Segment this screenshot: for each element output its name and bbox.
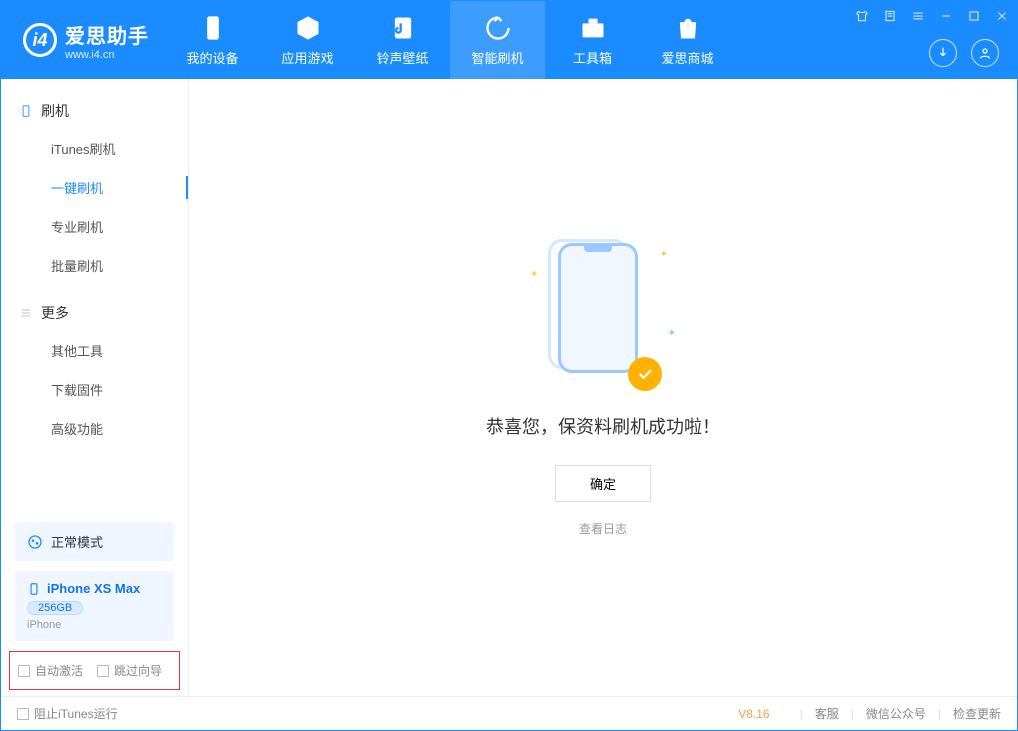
feedback-button[interactable] xyxy=(881,7,899,25)
support-link[interactable]: 客服 xyxy=(815,705,839,722)
sidebar-group-flash: 刷机 xyxy=(1,93,188,129)
main-panel: ✦ ✦ ✦ 恭喜您，保资料刷机成功啦！ 确定 查看日志 xyxy=(189,79,1017,696)
nav-rings[interactable]: 铃声壁纸 xyxy=(355,1,450,79)
nav-label: 智能刷机 xyxy=(471,48,523,67)
skip-guide-checkbox[interactable]: 跳过向导 xyxy=(97,662,162,679)
device-box[interactable]: iPhone XS Max 256GB iPhone xyxy=(15,571,174,641)
sidebar-item-batch[interactable]: 批量刷机 xyxy=(1,246,188,285)
nav-toolbox[interactable]: 工具箱 xyxy=(545,1,640,79)
sidebar-item-adv[interactable]: 高级功能 xyxy=(1,409,188,448)
success-illustration: ✦ ✦ ✦ xyxy=(548,239,658,389)
top-nav: 我的设备 应用游戏 铃声壁纸 智能刷机 工具箱 爱思商城 xyxy=(165,1,735,79)
title-bar: i4 爱思助手 www.i4.cn 我的设备 应用游戏 铃声壁纸 智能刷机 xyxy=(1,1,1017,79)
success-badge-icon xyxy=(628,357,662,391)
sync-icon xyxy=(484,14,512,42)
wechat-link[interactable]: 微信公众号 xyxy=(866,705,926,722)
user-icon xyxy=(977,45,993,61)
group-title: 更多 xyxy=(41,303,69,323)
view-log-link[interactable]: 查看日志 xyxy=(579,520,627,537)
header-actions xyxy=(929,39,999,67)
minimize-icon xyxy=(939,9,953,23)
status-label: 正常模式 xyxy=(51,532,103,551)
auto-activate-checkbox[interactable]: 自动激活 xyxy=(18,662,83,679)
update-link[interactable]: 检查更新 xyxy=(953,705,1001,722)
checkbox-label: 自动激活 xyxy=(35,662,83,679)
group-title: 刷机 xyxy=(41,101,69,121)
status-icon xyxy=(27,534,43,550)
device-icon xyxy=(27,582,41,596)
theme-button[interactable] xyxy=(853,7,871,25)
highlighted-options-box: 自动激活 跳过向导 xyxy=(9,651,180,690)
nav-flash[interactable]: 智能刷机 xyxy=(450,1,545,79)
phone-icon xyxy=(199,14,227,42)
device-name: iPhone XS Max xyxy=(47,581,140,596)
shirt-icon xyxy=(855,9,869,23)
device-type: iPhone xyxy=(27,619,162,631)
maximize-button[interactable] xyxy=(965,7,983,25)
menu-icon xyxy=(911,9,925,23)
logo-icon: i4 xyxy=(23,23,57,57)
download-icon xyxy=(935,45,951,61)
ok-button[interactable]: 确定 xyxy=(555,465,651,502)
maximize-icon xyxy=(967,9,981,23)
sidebar-item-other[interactable]: 其他工具 xyxy=(1,331,188,370)
cube-icon xyxy=(294,14,322,42)
body: 刷机 iTunes刷机 一键刷机 专业刷机 批量刷机 更多 其他工具 下载固件 … xyxy=(1,79,1017,696)
list-icon xyxy=(19,306,33,320)
checkbox-icon xyxy=(97,665,109,677)
sidebar: 刷机 iTunes刷机 一键刷机 专业刷机 批量刷机 更多 其他工具 下载固件 … xyxy=(1,79,189,696)
nav-apps[interactable]: 应用游戏 xyxy=(260,1,355,79)
app-logo[interactable]: i4 爱思助手 www.i4.cn xyxy=(1,20,165,61)
nav-label: 我的设备 xyxy=(186,48,238,67)
status-bar: 阻止iTunes运行 V8.16 | 客服 | 微信公众号 | 检查更新 xyxy=(1,696,1017,730)
device-outline-icon xyxy=(19,104,33,118)
bag-icon xyxy=(674,14,702,42)
nav-label: 爱思商城 xyxy=(661,48,713,67)
sidebar-item-pro[interactable]: 专业刷机 xyxy=(1,207,188,246)
app-window: i4 爱思助手 www.i4.cn 我的设备 应用游戏 铃声壁纸 智能刷机 xyxy=(0,0,1018,731)
checkbox-label: 跳过向导 xyxy=(114,662,162,679)
result-message: 恭喜您，保资料刷机成功啦！ xyxy=(486,413,720,439)
sidebar-group-more: 更多 xyxy=(1,295,188,331)
close-icon xyxy=(995,9,1009,23)
menu-button[interactable] xyxy=(909,7,927,25)
version-text: V8.16 xyxy=(738,707,769,721)
checkbox-icon xyxy=(17,708,29,720)
sidebar-item-oneclick[interactable]: 一键刷机 xyxy=(1,168,188,207)
nav-label: 铃声壁纸 xyxy=(376,48,428,67)
block-itunes-checkbox[interactable]: 阻止iTunes运行 xyxy=(17,705,118,722)
download-button[interactable] xyxy=(929,39,957,67)
checkbox-label: 阻止iTunes运行 xyxy=(34,705,118,722)
device-capacity: 256GB xyxy=(27,601,83,615)
app-name: 爱思助手 xyxy=(65,20,149,49)
music-icon xyxy=(389,14,417,42)
nav-device[interactable]: 我的设备 xyxy=(165,1,260,79)
sidebar-item-fw[interactable]: 下载固件 xyxy=(1,370,188,409)
nav-label: 工具箱 xyxy=(573,48,612,67)
nav-label: 应用游戏 xyxy=(281,48,333,67)
minimize-button[interactable] xyxy=(937,7,955,25)
note-icon xyxy=(883,9,897,23)
toolbox-icon xyxy=(579,14,607,42)
status-box[interactable]: 正常模式 xyxy=(15,522,174,561)
close-button[interactable] xyxy=(993,7,1011,25)
user-button[interactable] xyxy=(971,39,999,67)
sidebar-item-itunes[interactable]: iTunes刷机 xyxy=(1,129,188,168)
window-controls xyxy=(853,7,1011,25)
checkbox-icon xyxy=(18,665,30,677)
nav-store[interactable]: 爱思商城 xyxy=(640,1,735,79)
app-url: www.i4.cn xyxy=(65,49,149,61)
